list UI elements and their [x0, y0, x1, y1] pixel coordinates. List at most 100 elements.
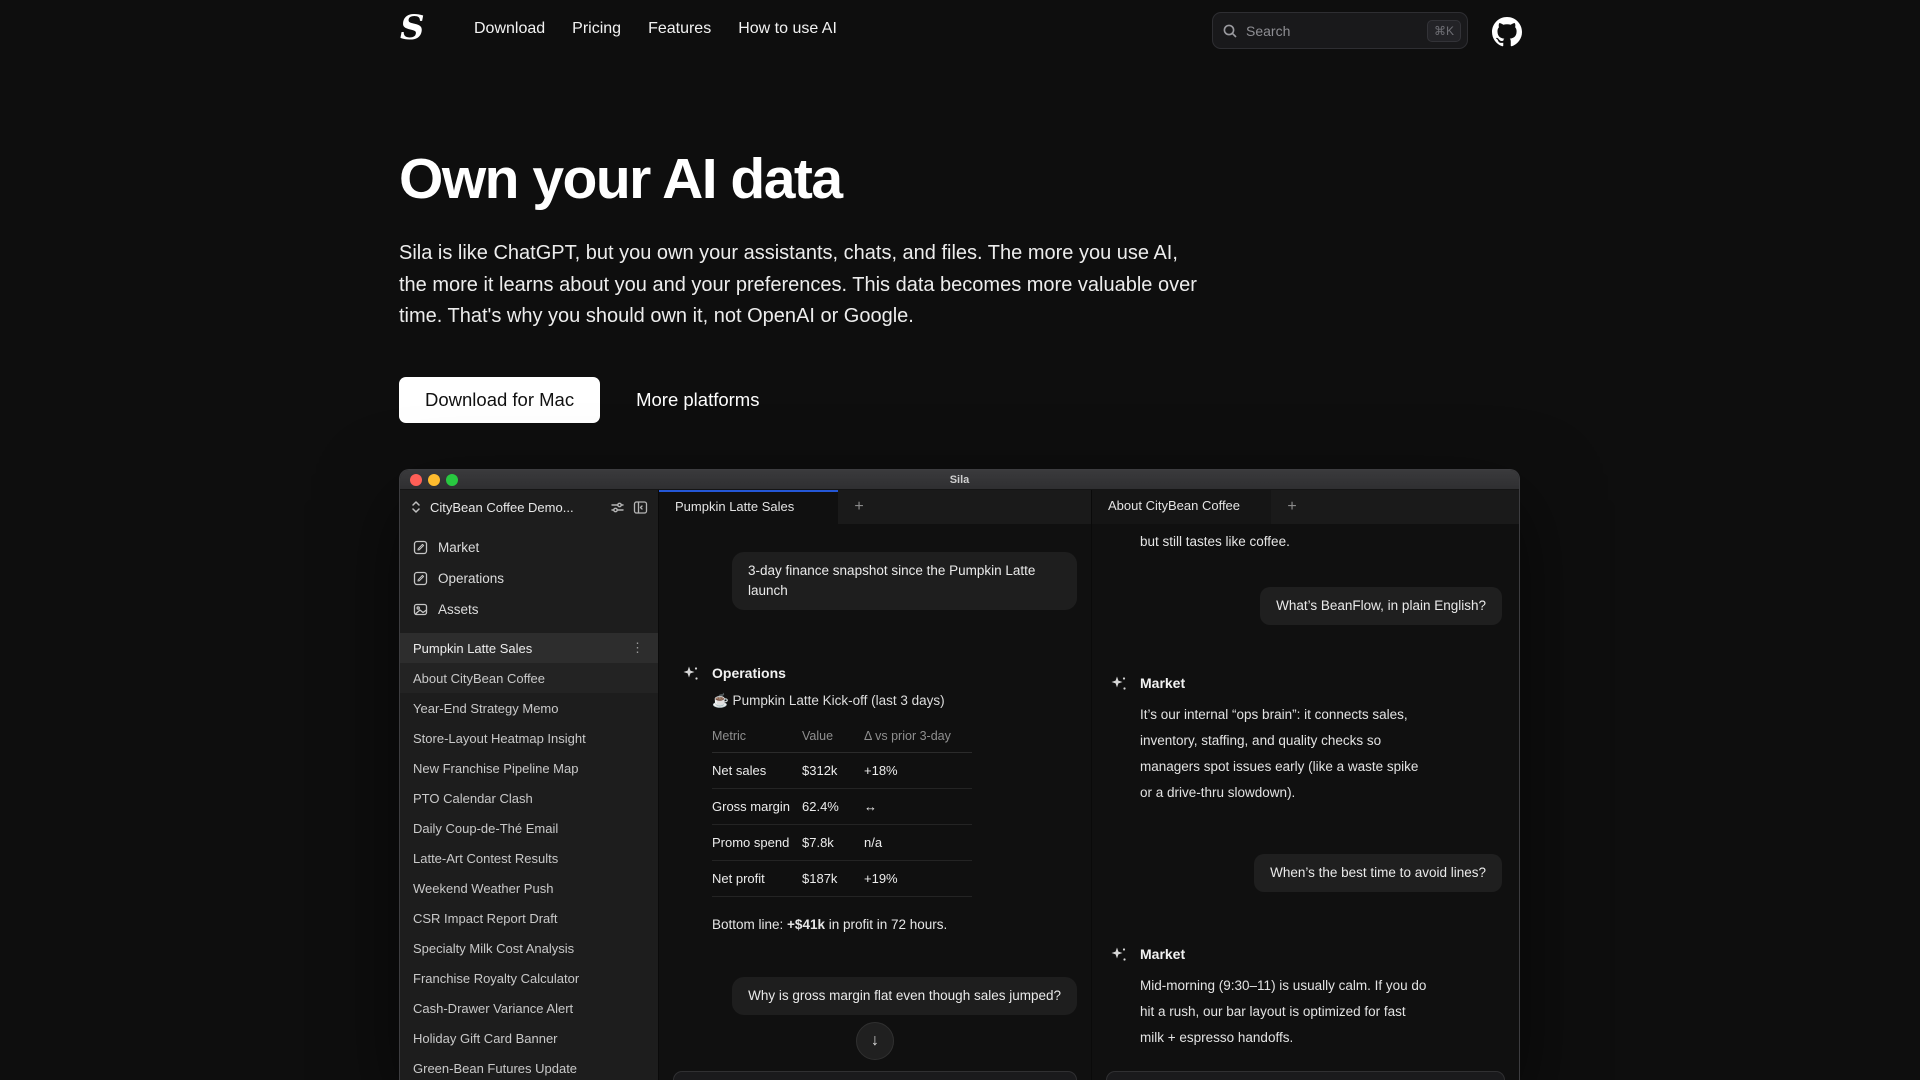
nav-link-pricing[interactable]: Pricing: [572, 20, 621, 38]
arrow-down-icon: ↓: [871, 1032, 879, 1050]
landing-page: S Download Pricing Features How to use A…: [0, 0, 1920, 1080]
toggle-sidebar-icon[interactable]: [633, 500, 648, 515]
minimize-window-icon[interactable]: [428, 474, 440, 486]
thread-item[interactable]: Latte-Art Contest Results: [400, 843, 658, 873]
assistant-heading: Market: [1140, 946, 1502, 962]
thread-label: Latte-Art Contest Results: [413, 851, 558, 866]
assistant-message: Market It’s our internal “ops brain”: it…: [1106, 675, 1502, 806]
search-icon: [1222, 23, 1238, 39]
cta-row: Download for Mac More platforms: [399, 377, 759, 423]
close-window-icon[interactable]: [410, 474, 422, 486]
window-title: Sila: [400, 470, 1519, 490]
table-cell: Gross margin: [712, 789, 802, 825]
chat-input[interactable]: [1106, 1071, 1505, 1080]
thread-options-icon[interactable]: ⋮: [631, 640, 645, 656]
sidebar-item-market[interactable]: Market: [400, 532, 658, 563]
thread-item[interactable]: New Franchise Pipeline Map: [400, 753, 658, 783]
search-input[interactable]: [1246, 23, 1427, 39]
download-for-mac-button[interactable]: Download for Mac: [399, 377, 600, 423]
thread-label: Holiday Gift Card Banner: [413, 1031, 558, 1046]
sparkle-icon: [682, 665, 700, 688]
thread-item[interactable]: Weekend Weather Push: [400, 873, 658, 903]
table-cell: Promo spend: [712, 825, 802, 861]
bottom-line: Bottom line: +$41k in profit in 72 hours…: [712, 917, 1077, 932]
traffic-lights: [410, 474, 458, 486]
table-header: Metric: [712, 722, 802, 753]
table-cell: Net sales: [712, 753, 802, 789]
user-message: What’s BeanFlow, in plain English?: [1260, 587, 1502, 625]
thread-label: Store-Layout Heatmap Insight: [413, 731, 586, 746]
thread-item[interactable]: About CityBean Coffee: [400, 663, 658, 693]
search-shortcut-badge: ⌘K: [1427, 20, 1461, 42]
sidebar-assistants: Market Operations Assets: [400, 532, 658, 625]
thread-item[interactable]: Cash-Drawer Variance Alert: [400, 993, 658, 1023]
thread-item[interactable]: Holiday Gift Card Banner: [400, 1023, 658, 1053]
compose-icon: [413, 571, 428, 586]
table-cell: $187k: [802, 861, 864, 897]
thread-label: Specialty Milk Cost Analysis: [413, 941, 574, 956]
table-cell: +18%: [864, 753, 972, 789]
search-box[interactable]: ⌘K: [1212, 12, 1468, 49]
assistant-subheading: ☕ Pumpkin Latte Kick-off (last 3 days): [712, 693, 1077, 709]
bottom-line-suffix: in profit in 72 hours.: [825, 917, 947, 932]
new-tab-button[interactable]: +: [838, 490, 880, 524]
window-titlebar[interactable]: Sila: [400, 470, 1519, 490]
right-tabstrip: About CityBean Coffee +: [1092, 490, 1519, 524]
assistant-text: Mid-morning (9:30–11) is usually calm. I…: [1140, 973, 1432, 1051]
zoom-window-icon[interactable]: [446, 474, 458, 486]
sila-app-window: Sila CityBean Coffee Demo...: [399, 469, 1520, 1080]
assistant-message: Market Mid-morning (9:30–11) is usually …: [1106, 946, 1502, 1051]
more-platforms-button[interactable]: More platforms: [636, 389, 759, 411]
tab-about-citybean-coffee[interactable]: About CityBean Coffee: [1092, 490, 1271, 524]
thread-item[interactable]: Daily Coup-de-Thé Email: [400, 813, 658, 843]
workspace-switcher[interactable]: CityBean Coffee Demo...: [400, 490, 658, 524]
github-icon[interactable]: [1492, 17, 1522, 47]
tab-pumpkin-latte-sales[interactable]: Pumpkin Latte Sales: [659, 490, 838, 524]
workspace-name: CityBean Coffee Demo...: [430, 500, 602, 515]
table-row: Promo spend $7.8k n/a: [712, 825, 972, 861]
center-tabstrip: Pumpkin Latte Sales +: [659, 490, 1091, 524]
nav-link-download[interactable]: Download: [474, 20, 545, 38]
sidebar-item-label: Assets: [438, 602, 479, 617]
center-chat: 3-day finance snapshot since the Pumpkin…: [659, 524, 1091, 1080]
right-chat: but still tastes like coffee. What’s Bea…: [1092, 524, 1519, 1080]
thread-item[interactable]: Green-Bean Futures Update: [400, 1053, 658, 1080]
thread-label: Cash-Drawer Variance Alert: [413, 1001, 573, 1016]
table-row: Gross margin 62.4% ↔: [712, 789, 972, 825]
thread-label: Green-Bean Futures Update: [413, 1061, 577, 1076]
scroll-to-bottom-button[interactable]: ↓: [856, 1022, 894, 1060]
table-header: Value: [802, 722, 864, 753]
thread-label: Daily Coup-de-Thé Email: [413, 821, 558, 836]
sidebar-item-label: Market: [438, 540, 479, 555]
right-pane: About CityBean Coffee + but still tastes…: [1092, 490, 1519, 1080]
thread-item[interactable]: Specialty Milk Cost Analysis: [400, 933, 658, 963]
thread-item[interactable]: Pumpkin Latte Sales ⋮: [400, 633, 658, 663]
thread-item[interactable]: CSR Impact Report Draft: [400, 903, 658, 933]
user-message: Why is gross margin flat even though sal…: [732, 977, 1077, 1015]
thread-label: Franchise Royalty Calculator: [413, 971, 579, 986]
sidebar-item-assets[interactable]: Assets: [400, 594, 658, 625]
nav-link-features[interactable]: Features: [648, 20, 711, 38]
filter-sliders-icon[interactable]: [610, 500, 625, 515]
chat-input[interactable]: [673, 1071, 1077, 1080]
sparkle-icon: [1110, 946, 1128, 969]
thread-item[interactable]: Year-End Strategy Memo: [400, 693, 658, 723]
thread-item[interactable]: Franchise Royalty Calculator: [400, 963, 658, 993]
table-cell: Net profit: [712, 861, 802, 897]
assistant-message: Operations ☕ Pumpkin Latte Kick-off (las…: [673, 665, 1077, 932]
thread-item[interactable]: Store-Layout Heatmap Insight: [400, 723, 658, 753]
sila-logo[interactable]: S: [400, 8, 425, 48]
table-row: Net profit $187k +19%: [712, 861, 972, 897]
sidebar-item-operations[interactable]: Operations: [400, 563, 658, 594]
table-header: Δ vs prior 3-day: [864, 722, 972, 753]
thread-label: Pumpkin Latte Sales: [413, 641, 532, 656]
nav-link-how-to-use-ai[interactable]: How to use AI: [738, 20, 837, 38]
assistant-text: It’s our internal “ops brain”: it connec…: [1140, 702, 1432, 806]
thread-label: CSR Impact Report Draft: [413, 911, 558, 926]
chevron-up-down-icon: [410, 500, 422, 514]
sidebar: CityBean Coffee Demo...: [400, 490, 659, 1080]
hero-subtitle: Sila is like ChatGPT, but you own your a…: [399, 238, 1199, 333]
table-row: Net sales $312k +18%: [712, 753, 972, 789]
thread-item[interactable]: PTO Calendar Clash: [400, 783, 658, 813]
new-tab-button[interactable]: +: [1271, 490, 1313, 524]
